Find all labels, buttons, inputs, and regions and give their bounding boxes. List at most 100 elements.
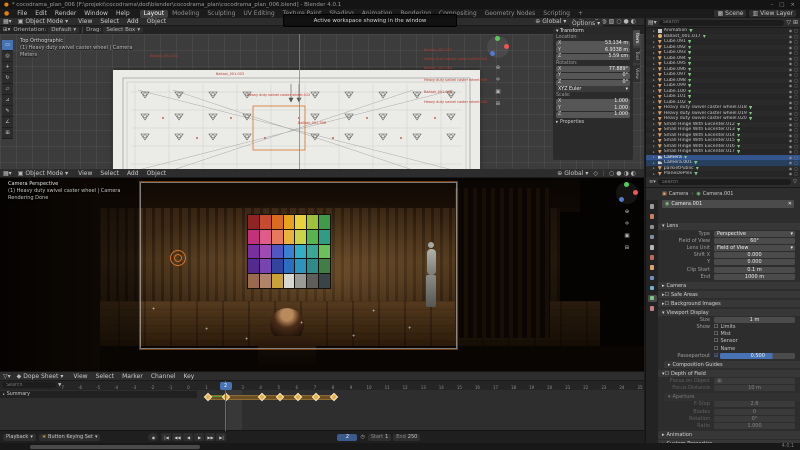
- location-y-field[interactable]: Y6.9338 m: [556, 47, 630, 53]
- shading-solid-icon[interactable]: ●: [616, 170, 621, 177]
- menu-item[interactable]: Help: [112, 10, 134, 17]
- properties-panel-header[interactable]: ▸ Properties: [556, 120, 630, 125]
- disable-render-icon[interactable]: ▢: [794, 149, 798, 154]
- transport-button[interactable]: ◀◀: [172, 433, 182, 441]
- transform-panel-header[interactable]: ▾ Transform: [556, 29, 630, 34]
- disable-render-icon[interactable]: ▢: [794, 133, 798, 138]
- mode-dropdown[interactable]: ▣Object Mode▾: [15, 18, 71, 25]
- name-checkbox[interactable]: ☐: [714, 346, 718, 352]
- workspace-tab[interactable]: Geometry Nodes: [481, 10, 540, 18]
- outliner-row[interactable]: ▸ PlaneDePlex ◉ ▢: [646, 171, 800, 177]
- menu-item[interactable]: File: [13, 10, 31, 17]
- select-box-tool[interactable]: ▭: [2, 40, 13, 51]
- aperture-panel-header[interactable]: ▾ Aperture: [664, 393, 800, 401]
- hide-eye-icon[interactable]: ◉: [789, 160, 793, 165]
- shading-rendered-icon[interactable]: ◐: [631, 170, 636, 177]
- keying-set-dropdown[interactable]: ∗Button Keying Set▾: [39, 434, 101, 441]
- scene-properties-tab[interactable]: [648, 244, 657, 251]
- disable-render-icon[interactable]: ▢: [794, 111, 798, 116]
- new-collection-icon[interactable]: ⊞: [793, 19, 798, 26]
- disclosure-triangle-icon[interactable]: ▸: [653, 133, 655, 137]
- render-properties-tab[interactable]: [648, 213, 657, 220]
- orientation-dropdown[interactable]: Default▾: [48, 27, 79, 33]
- workspace-tab[interactable]: +: [574, 10, 587, 18]
- disable-render-icon[interactable]: ▢: [794, 50, 798, 55]
- filter-dropdown-icon[interactable]: ▽▾: [0, 373, 14, 380]
- dopesheet-search-input[interactable]: [2, 382, 56, 388]
- camera-view-icon[interactable]: ▣: [494, 88, 502, 96]
- view-layer-properties-tab[interactable]: [648, 234, 657, 241]
- dopesheet-menu-item[interactable]: View: [69, 373, 91, 380]
- disclosure-triangle-icon[interactable]: ▸: [653, 155, 655, 159]
- rotate-tool[interactable]: ↻: [2, 73, 13, 84]
- viewport-menu-item[interactable]: Select: [96, 170, 123, 177]
- hide-eye-icon[interactable]: ◉: [789, 155, 793, 160]
- dopesheet-menu-item[interactable]: Select: [92, 373, 119, 380]
- hide-eye-icon[interactable]: ◉: [789, 122, 793, 127]
- world-properties-tab[interactable]: [648, 254, 657, 261]
- transform-tool[interactable]: ⊿: [2, 95, 13, 106]
- snap-magnet-icon[interactable]: ◇: [593, 170, 598, 177]
- blades-field[interactable]: 0: [714, 409, 795, 415]
- transport-button[interactable]: ◀: [183, 433, 193, 441]
- disable-render-icon[interactable]: ▢: [794, 160, 798, 165]
- disable-render-icon[interactable]: ▢: [794, 56, 798, 61]
- current-frame-badge[interactable]: 2: [220, 382, 232, 390]
- filter-icon[interactable]: ▽: [786, 19, 791, 26]
- rotation-z-field[interactable]: Z0°: [556, 80, 630, 86]
- shading-wireframe-icon[interactable]: ○: [616, 18, 621, 25]
- size-field[interactable]: 1 m: [714, 317, 795, 323]
- blender-menu-icon[interactable]: ●: [0, 10, 13, 17]
- location-x-field[interactable]: X53.134 m: [556, 41, 630, 47]
- disable-render-icon[interactable]: ▢: [794, 144, 798, 149]
- dof-panel-header[interactable]: ▾ ☐Depth of Field: [658, 370, 800, 378]
- viewport-menu-item[interactable]: View: [74, 18, 96, 25]
- viewport-menu-item[interactable]: Add: [123, 170, 143, 177]
- hide-eye-icon[interactable]: ◉: [789, 149, 793, 154]
- fov-field[interactable]: 60°: [714, 238, 795, 244]
- data-properties-tab[interactable]: [648, 295, 657, 302]
- auto-key-button[interactable]: ◉: [148, 433, 158, 441]
- minimize-button[interactable]: –: [770, 2, 773, 8]
- disclosure-triangle-icon[interactable]: ▸: [653, 29, 655, 33]
- hide-eye-icon[interactable]: ◉: [789, 111, 793, 116]
- navigation-gizmo[interactable]: [487, 36, 509, 58]
- outliner-search-input[interactable]: [659, 20, 785, 26]
- disclosure-triangle-icon[interactable]: ▸: [653, 89, 655, 93]
- hide-eye-icon[interactable]: ◉: [789, 61, 793, 66]
- disable-render-icon[interactable]: ▢: [794, 61, 798, 66]
- disable-render-icon[interactable]: ▢: [794, 166, 798, 171]
- hide-eye-icon[interactable]: ◉: [789, 89, 793, 94]
- camera-viewport-canvas[interactable]: + + + + + + + Camera Perspective (1) Hea…: [0, 178, 644, 371]
- hide-eye-icon[interactable]: ◉: [789, 100, 793, 105]
- dof-checkbox[interactable]: ☐: [665, 371, 669, 377]
- workspace-tab[interactable]: UV Editing: [239, 10, 278, 18]
- passepartout-checkbox[interactable]: ☑: [714, 353, 718, 359]
- disclosure-triangle-icon[interactable]: ▸: [653, 150, 655, 154]
- hide-eye-icon[interactable]: ◉: [789, 83, 793, 88]
- pan-view-icon[interactable]: ✛: [494, 76, 502, 84]
- viewport-menu-item[interactable]: View: [74, 170, 96, 177]
- mist-checkbox[interactable]: ☐: [714, 331, 718, 337]
- sidebar-tab[interactable]: Tool: [633, 48, 640, 63]
- current-frame-field[interactable]: 2: [337, 434, 357, 441]
- scene-selector[interactable]: ▦Scene: [714, 10, 746, 17]
- menu-item[interactable]: Window: [80, 10, 112, 17]
- hide-eye-icon[interactable]: ◉: [789, 45, 793, 50]
- zoom-view-icon[interactable]: ⊕: [623, 208, 631, 216]
- material-properties-tab[interactable]: [648, 305, 657, 312]
- disclosure-triangle-icon[interactable]: ▸: [653, 56, 655, 60]
- viewport-menu-item[interactable]: Object: [143, 170, 171, 177]
- dopesheet-menu-item[interactable]: Channel: [147, 373, 180, 380]
- disclosure-triangle-icon[interactable]: ▸: [653, 100, 655, 104]
- disclosure-triangle-icon[interactable]: ▸: [653, 122, 655, 126]
- disable-render-icon[interactable]: ▢: [794, 89, 798, 94]
- hide-eye-icon[interactable]: ◉: [789, 34, 793, 39]
- hide-eye-icon[interactable]: ◉: [789, 144, 793, 149]
- move-tool[interactable]: +: [2, 62, 13, 73]
- sidebar-tab[interactable]: View: [633, 65, 640, 82]
- datablock-selector[interactable]: ◉Camera.001✕: [662, 200, 794, 208]
- hide-eye-icon[interactable]: ◉: [789, 133, 793, 138]
- disable-render-icon[interactable]: ▢: [794, 155, 798, 160]
- modifier-properties-tab[interactable]: [648, 274, 657, 281]
